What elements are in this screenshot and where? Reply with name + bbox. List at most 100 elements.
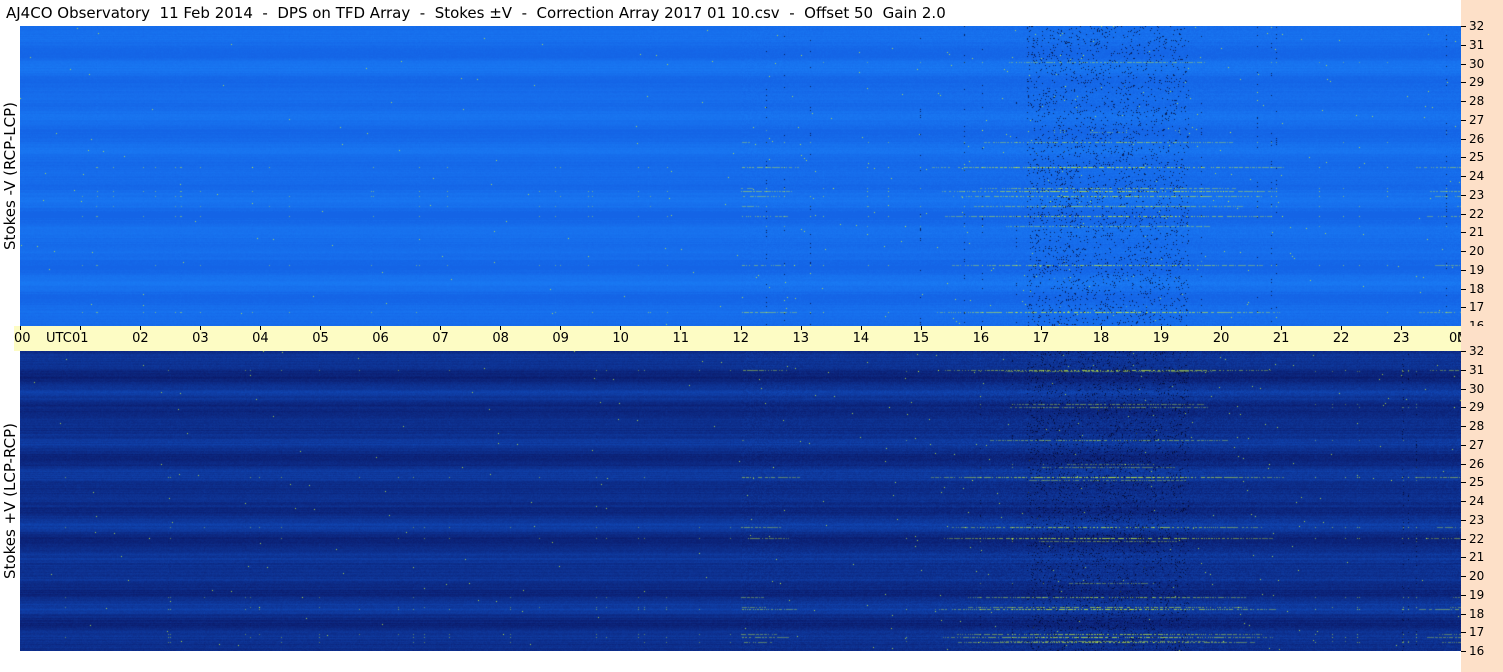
frequency-tick-mark	[1461, 157, 1466, 159]
frequency-tick-label: 30	[1469, 56, 1485, 71]
frequency-tick-label: 21	[1469, 225, 1485, 240]
time-tick-mark	[680, 326, 682, 330]
time-tick-mark	[1220, 326, 1222, 330]
frequency-tick-label: 17	[1469, 300, 1485, 315]
time-tick-mark	[620, 326, 622, 330]
frequency-tick-mark	[1461, 651, 1466, 652]
frequency-tick-mark	[1461, 101, 1466, 102]
panel-1-spectrogram	[20, 26, 1461, 326]
frequency-tick-label: 21	[1469, 550, 1485, 565]
frequency-tick-mark	[1461, 426, 1466, 427]
frequency-tick-label: 27	[1469, 437, 1485, 452]
time-tick-label: 00	[14, 331, 31, 346]
frequency-tick-mark	[1461, 594, 1466, 596]
panel-1-heatmap-canvas	[20, 26, 1461, 326]
frequency-tick-label: 20	[1469, 569, 1485, 583]
frequency-tick-label: 17	[1469, 625, 1485, 640]
frequency-tick-mark	[1461, 119, 1466, 121]
frequency-tick-label: 25	[1469, 475, 1485, 490]
time-tick-mark	[1040, 326, 1042, 330]
frequency-tick-label: 18	[1469, 606, 1485, 621]
panel-1-ylabel-wrap: Stokes -V (RCP-LCP)	[0, 26, 20, 326]
frequency-tick-mark	[1461, 444, 1466, 446]
time-tick-mark	[800, 326, 802, 330]
frequency-tick-label: 20	[1469, 244, 1485, 258]
frequency-tick-label: 19	[1469, 587, 1485, 602]
time-tick-mark	[140, 326, 142, 330]
frequency-tick-mark	[1461, 194, 1466, 196]
frequency-tick-label: 19	[1469, 262, 1485, 277]
frequency-tick-mark	[1461, 557, 1466, 559]
frequency-tick-mark	[1461, 388, 1466, 390]
panel-2-ylabel-wrap: Stokes +V (LCP-RCP)	[0, 351, 20, 651]
frequency-tick-label: 24	[1469, 169, 1485, 183]
frequency-tick-label: 26	[1469, 456, 1485, 471]
chart-title: AJ4CO Observatory 11 Feb 2014 - DPS on T…	[6, 4, 946, 22]
frequency-tick-label: 30	[1469, 381, 1485, 396]
time-tick-mark	[1100, 326, 1102, 330]
time-tick-mark	[200, 326, 202, 330]
time-tick-mark	[980, 326, 982, 330]
time-tick-mark	[320, 326, 322, 330]
frequency-tick-label: 22	[1469, 531, 1485, 546]
frequency-tick-mark	[1461, 251, 1466, 252]
frequency-tick-label: 22	[1469, 206, 1485, 221]
frequency-tick-label: 32	[1469, 344, 1485, 358]
frequency-tick-label: 32	[1469, 19, 1485, 33]
frequency-tick-mark	[1461, 407, 1466, 409]
frequency-tick-mark	[1461, 63, 1466, 65]
time-tick-mark	[560, 326, 562, 330]
frequency-tick-label: 31	[1469, 37, 1485, 52]
time-tick-mark	[260, 326, 262, 330]
panel-2-ylabel: Stokes +V (LCP-RCP)	[1, 423, 19, 579]
frequency-tick-mark	[1461, 351, 1466, 352]
frequency-tick-mark	[1461, 269, 1466, 271]
frequency-tick-label: 29	[1469, 400, 1485, 415]
time-tick-mark	[860, 326, 862, 330]
time-tick-mark	[20, 326, 21, 330]
frequency-tick-label: 23	[1469, 512, 1485, 527]
time-tick-mark	[740, 326, 742, 330]
frequency-tick-mark	[1461, 138, 1466, 140]
frequency-tick-label: 26	[1469, 131, 1485, 146]
panel-2-spectrogram	[20, 351, 1461, 651]
panel-2-heatmap-canvas	[20, 351, 1461, 651]
frequency-tick-label: 29	[1469, 75, 1485, 90]
frequency-tick-mark	[1461, 613, 1466, 615]
frequency-tick-mark	[1461, 501, 1466, 502]
frequency-tick-label: 28	[1469, 419, 1485, 433]
time-unit-label: UTC	[46, 331, 72, 346]
frequency-tick-label: 16	[1469, 644, 1485, 658]
panel-1-ylabel: Stokes -V (RCP-LCP)	[1, 102, 19, 250]
time-tick-mark	[500, 326, 502, 330]
frequency-tick-label: 23	[1469, 187, 1485, 202]
spectrogram-figure: AJ4CO Observatory 11 Feb 2014 - DPS on T…	[0, 0, 1503, 672]
time-tick-mark	[80, 326, 82, 330]
frequency-tick-mark	[1461, 369, 1466, 371]
frequency-tick-label: 31	[1469, 362, 1485, 377]
time-tick-mark	[1400, 326, 1402, 330]
frequency-tick-mark	[1461, 576, 1466, 577]
frequency-tick-label: 24	[1469, 494, 1485, 508]
panel-1-frequency-axis: 3231302928272625242322212019181716	[1461, 0, 1503, 332]
frequency-tick-mark	[1461, 176, 1466, 177]
frequency-tick-mark	[1461, 482, 1466, 484]
frequency-tick-mark	[1461, 307, 1466, 309]
frequency-tick-label: 18	[1469, 281, 1485, 296]
time-tick-mark	[1280, 326, 1282, 330]
frequency-tick-mark	[1461, 44, 1466, 46]
time-tick-mark	[380, 326, 382, 330]
frequency-tick-mark	[1461, 632, 1466, 634]
frequency-tick-mark	[1461, 213, 1466, 215]
time-tick-mark	[920, 326, 922, 330]
time-tick-mark	[1160, 326, 1162, 330]
frequency-tick-mark	[1461, 538, 1466, 540]
frequency-tick-mark	[1461, 232, 1466, 234]
panel-2-frequency-axis: 32 31 30 29 28 27 26 25 24 23 22 21 20 19 18 17 16	[1461, 326, 1503, 672]
time-axis: 00 01 02 03 04 05 06 07 08 09 10 11 12 13 14 15 16 17 18 19…	[14, 326, 1485, 351]
frequency-tick-label: 28	[1469, 94, 1485, 108]
frequency-tick-label: 25	[1469, 150, 1485, 165]
frequency-tick-mark	[1461, 26, 1466, 27]
frequency-tick-label: 27	[1469, 112, 1485, 127]
frequency-tick-mark	[1461, 519, 1466, 521]
